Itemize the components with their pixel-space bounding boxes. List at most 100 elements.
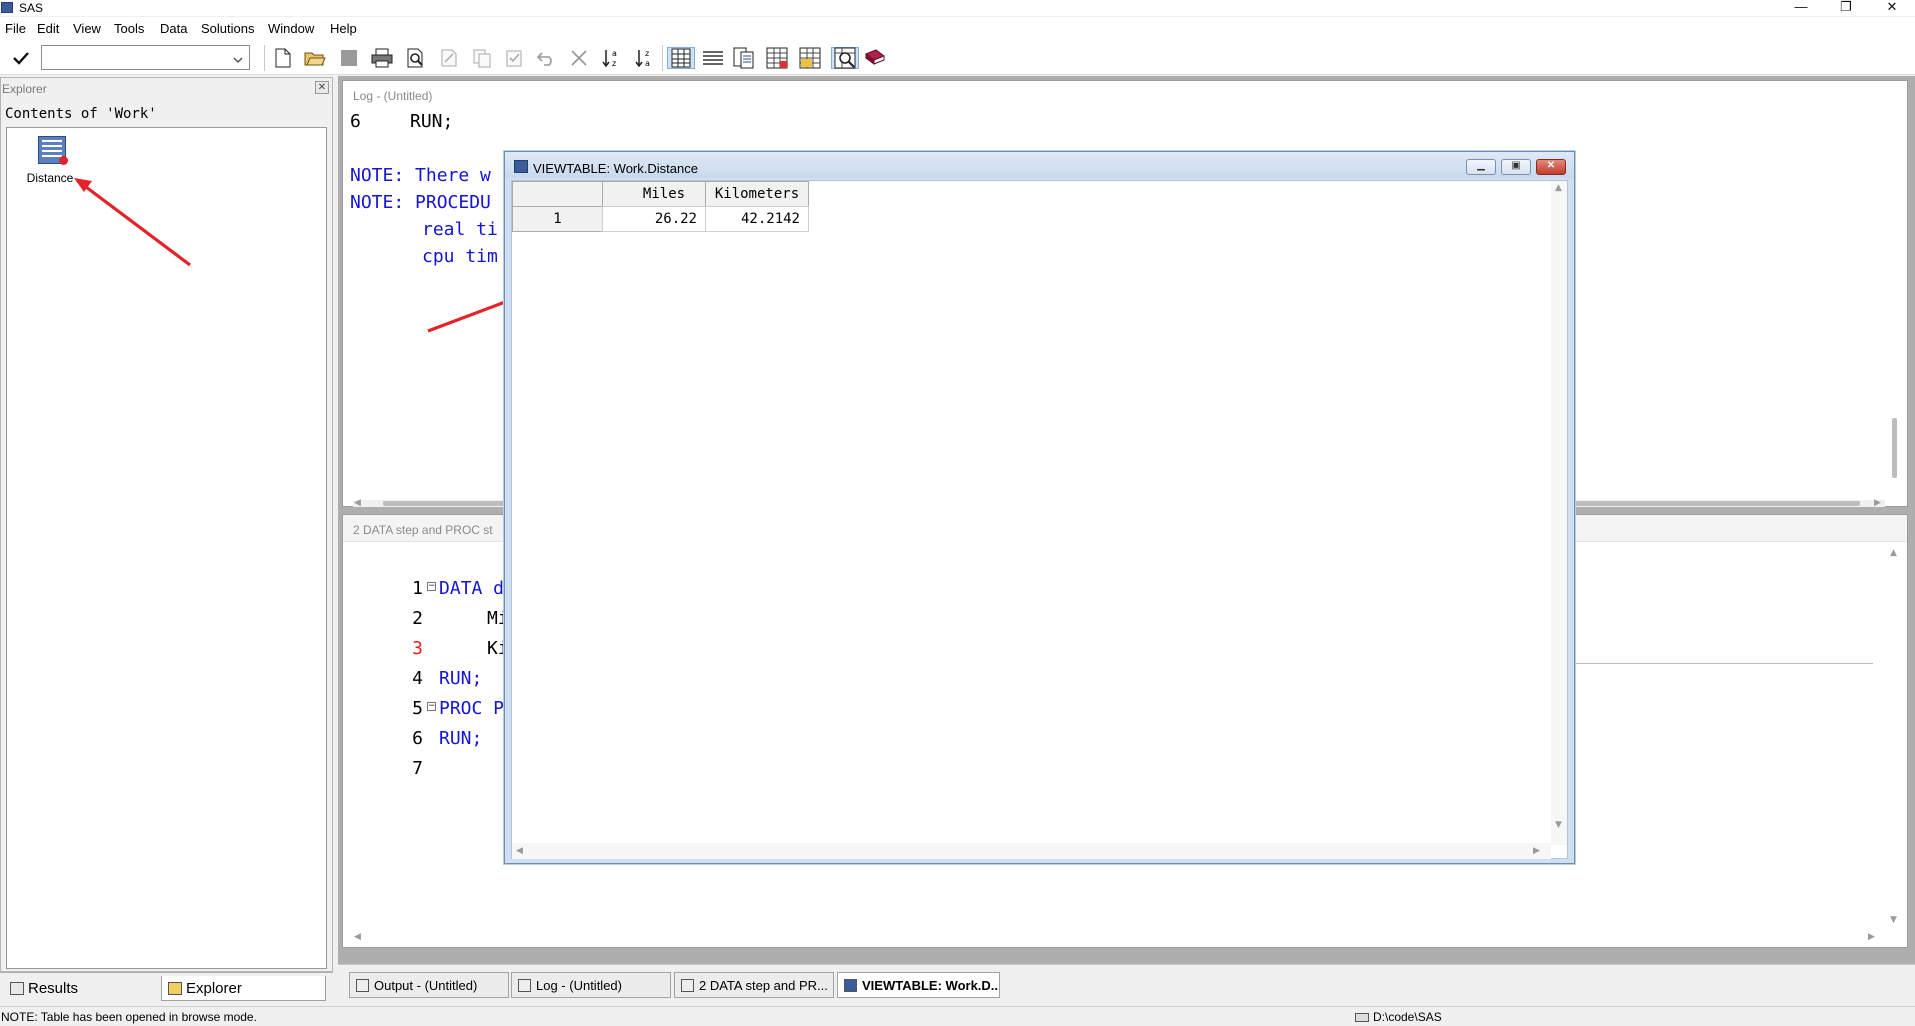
sort-ascending-icon[interactable]: az xyxy=(601,47,623,69)
tab-viewtable-label: VIEWTABLE: Work.D... xyxy=(862,977,1000,993)
new-document-icon[interactable] xyxy=(272,47,294,69)
svg-text:a: a xyxy=(645,59,650,68)
save-icon[interactable] xyxy=(338,47,360,69)
tab-viewtable[interactable]: VIEWTABLE: Work.D... xyxy=(837,972,1000,998)
check-icon[interactable] xyxy=(10,47,32,69)
row-header-corner xyxy=(512,181,603,207)
row-header[interactable]: 1 xyxy=(512,206,603,232)
scroll-right-icon[interactable]: ▶ xyxy=(1874,498,1881,508)
code-line: RUN; xyxy=(439,728,483,749)
minimize-icon[interactable]: ▁ xyxy=(1466,159,1496,175)
step-divider xyxy=(1573,663,1873,664)
menu-solutions[interactable]: Solutions xyxy=(201,21,254,36)
log-note: cpu tim xyxy=(422,246,498,267)
column-header-miles[interactable]: Miles xyxy=(602,181,706,207)
tab-output-label: Output - (Untitled) xyxy=(374,977,478,993)
chevron-down-icon[interactable] xyxy=(233,52,243,67)
tab-explorer[interactable]: Explorer xyxy=(161,976,326,1001)
log-note: NOTE: There w xyxy=(350,165,491,186)
output-icon xyxy=(356,978,369,992)
table-vertical-scrollbar[interactable]: ▲ ▼ xyxy=(1551,181,1567,845)
explorer-icon xyxy=(168,981,182,995)
code-line: RUN; xyxy=(439,668,483,689)
tab-explorer-label: Explorer xyxy=(186,979,242,997)
clear-icon[interactable] xyxy=(568,47,590,69)
table-cell-miles[interactable]: 26.22 xyxy=(602,206,706,232)
explorer-tabs: Results Explorer xyxy=(0,972,333,1002)
line-number: 2 xyxy=(412,608,423,629)
maximize-icon[interactable]: ▣ xyxy=(1501,159,1531,175)
tab-log[interactable]: Log - (Untitled) xyxy=(511,972,671,998)
scroll-right-icon[interactable]: ▶ xyxy=(1533,846,1540,856)
tab-results[interactable]: Results xyxy=(4,976,154,1001)
scroll-up-icon[interactable]: ▲ xyxy=(1555,183,1562,193)
menu-bar: File Edit View Tools Data Solutions Wind… xyxy=(0,17,1915,40)
column-header-kilometers[interactable]: Kilometers xyxy=(705,181,809,207)
menu-view[interactable]: View xyxy=(73,21,101,36)
command-combobox[interactable] xyxy=(41,45,250,70)
table-horizontal-scrollbar[interactable]: ◀ ▶ xyxy=(512,843,1551,859)
editor-icon xyxy=(681,978,694,992)
scroll-down-icon[interactable]: ▼ xyxy=(1555,820,1562,830)
copy-icon[interactable] xyxy=(471,47,493,69)
status-path-label: D:\code\SAS xyxy=(1373,1010,1442,1024)
log-note: NOTE: PROCEDU xyxy=(350,192,491,213)
menu-edit[interactable]: Edit xyxy=(37,21,59,36)
table-cell-kilometers[interactable]: 42.2142 xyxy=(705,206,809,232)
scroll-left-icon[interactable]: ◀ xyxy=(354,932,361,942)
menu-window[interactable]: Window xyxy=(268,21,314,36)
print-preview-icon[interactable] xyxy=(405,47,427,69)
log-vertical-scroll-thumb[interactable] xyxy=(1892,418,1897,478)
menu-tools[interactable]: Tools xyxy=(114,21,144,36)
code-line: PROC P xyxy=(439,698,505,719)
properties-icon[interactable] xyxy=(766,47,788,69)
log-line-number: 6 xyxy=(350,111,361,132)
scroll-up-icon[interactable]: ▲ xyxy=(1890,548,1897,558)
svg-text:z: z xyxy=(645,49,649,58)
table-viewer: Miles Kilometers 1 26.22 42.2142 ▲ ▼ ◀ ▶ xyxy=(511,180,1568,859)
query-icon[interactable] xyxy=(799,47,821,69)
open-folder-icon[interactable] xyxy=(304,47,326,69)
fold-toggle-icon[interactable]: − xyxy=(427,582,436,591)
dataset-distance[interactable]: Distance xyxy=(17,134,83,190)
svg-text:z: z xyxy=(612,59,616,68)
scroll-right-icon[interactable]: ▶ xyxy=(1868,932,1875,942)
minimize-button[interactable]: — xyxy=(1783,0,1819,16)
tab-output[interactable]: Output - (Untitled) xyxy=(349,972,509,998)
svg-text:a: a xyxy=(612,49,617,58)
scroll-down-icon[interactable]: ▼ xyxy=(1890,915,1897,925)
menu-help[interactable]: Help xyxy=(330,21,357,36)
scroll-left-icon[interactable]: ◀ xyxy=(516,846,523,856)
undo-icon[interactable] xyxy=(535,47,557,69)
menu-data[interactable]: Data xyxy=(160,21,187,36)
contents-label: Contents of 'Work' xyxy=(5,106,157,122)
scroll-left-icon[interactable]: ◀ xyxy=(354,498,361,508)
restore-button[interactable]: ❐ xyxy=(1828,0,1864,16)
line-number: 6 xyxy=(412,728,423,749)
sort-descending-icon[interactable]: za xyxy=(634,47,656,69)
help-book-icon[interactable] xyxy=(864,47,886,69)
table-view-icon[interactable] xyxy=(667,47,695,69)
fold-toggle-icon[interactable]: − xyxy=(427,702,436,711)
close-button[interactable]: ✕ xyxy=(1874,0,1910,16)
status-path: D:\code\SAS xyxy=(1355,1010,1442,1024)
window-tabs: Output - (Untitled) Log - (Untitled) 2 D… xyxy=(338,964,1915,1002)
sas-app-icon xyxy=(1,2,13,13)
close-icon[interactable]: ✕ xyxy=(1536,159,1566,175)
explorer-content: Distance xyxy=(6,127,327,969)
find-icon[interactable] xyxy=(831,47,859,69)
close-icon[interactable]: ✕ xyxy=(315,81,329,94)
viewtable-titlebar[interactable]: VIEWTABLE: Work.Distance ▁ ▣ ✕ xyxy=(505,152,1574,178)
status-message: NOTE: Table has been opened in browse mo… xyxy=(1,1010,257,1024)
menu-file[interactable]: File xyxy=(5,21,26,36)
list-view-icon[interactable] xyxy=(702,47,724,69)
explorer-header: Explorer xyxy=(1,78,332,98)
line-number: 4 xyxy=(412,668,423,689)
cut-icon[interactable] xyxy=(438,47,460,69)
print-icon[interactable] xyxy=(371,47,393,69)
line-number: 3 xyxy=(412,638,423,659)
paste-icon[interactable] xyxy=(503,47,525,69)
tab-editor[interactable]: 2 DATA step and PR... xyxy=(674,972,834,998)
details-icon[interactable] xyxy=(733,47,755,69)
log-title: Log - (Untitled) xyxy=(343,81,1907,106)
